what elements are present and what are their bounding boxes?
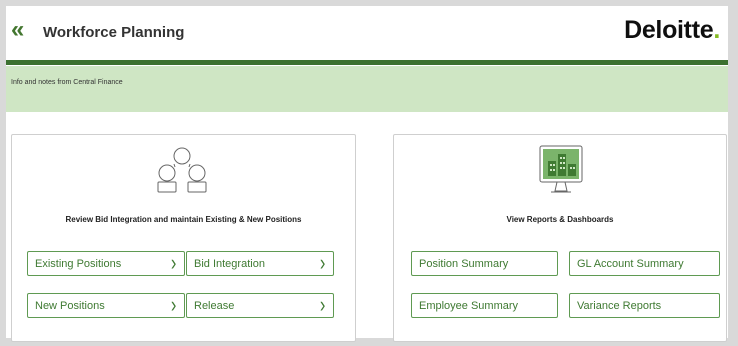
variance-reports-button[interactable]: Variance Reports	[569, 293, 720, 318]
gl-account-summary-label: GL Account Summary	[577, 258, 684, 270]
logo-text: Deloitte	[624, 16, 714, 44]
deloitte-logo: Deloitte.	[624, 16, 720, 45]
banner-text: Info and notes from Central Finance	[11, 79, 123, 86]
new-positions-label: New Positions	[35, 300, 105, 312]
header-divider	[6, 60, 728, 65]
existing-positions-button[interactable]: Existing Positions ›	[27, 251, 185, 276]
position-summary-button[interactable]: Position Summary	[411, 251, 558, 276]
info-banner: Info and notes from Central Finance	[6, 66, 728, 112]
employee-summary-button[interactable]: Employee Summary	[411, 293, 558, 318]
variance-reports-label: Variance Reports	[577, 300, 662, 312]
page-title: Workforce Planning	[43, 24, 185, 41]
reports-card-title: View Reports & Dashboards	[506, 215, 614, 224]
positions-card: Review Bid Integration and maintain Exis…	[11, 134, 356, 342]
chevron-right-icon: ›	[170, 250, 177, 275]
chevron-right-icon: ›	[319, 292, 326, 317]
gl-account-summary-button[interactable]: GL Account Summary	[569, 251, 720, 276]
back-icon[interactable]: «	[11, 16, 33, 44]
chevron-right-icon: ›	[319, 250, 326, 275]
bid-integration-label: Bid Integration	[194, 258, 265, 270]
reports-card: View Reports & Dashboards Position Summa…	[393, 134, 727, 342]
chevron-right-icon: ›	[170, 292, 177, 317]
bid-integration-button[interactable]: Bid Integration ›	[186, 251, 334, 276]
people-group-icon	[157, 147, 207, 193]
app-header: « Workforce Planning Deloitte.	[6, 6, 728, 60]
position-summary-label: Position Summary	[419, 258, 509, 270]
logo-dot: .	[713, 16, 720, 44]
employee-summary-label: Employee Summary	[419, 300, 519, 312]
release-label: Release	[194, 300, 235, 312]
new-positions-button[interactable]: New Positions ›	[27, 293, 185, 318]
existing-positions-label: Existing Positions	[35, 258, 122, 270]
positions-card-title: Review Bid Integration and maintain Exis…	[65, 215, 302, 224]
monitor-dashboard-icon	[539, 145, 583, 193]
release-button[interactable]: Release ›	[186, 293, 334, 318]
